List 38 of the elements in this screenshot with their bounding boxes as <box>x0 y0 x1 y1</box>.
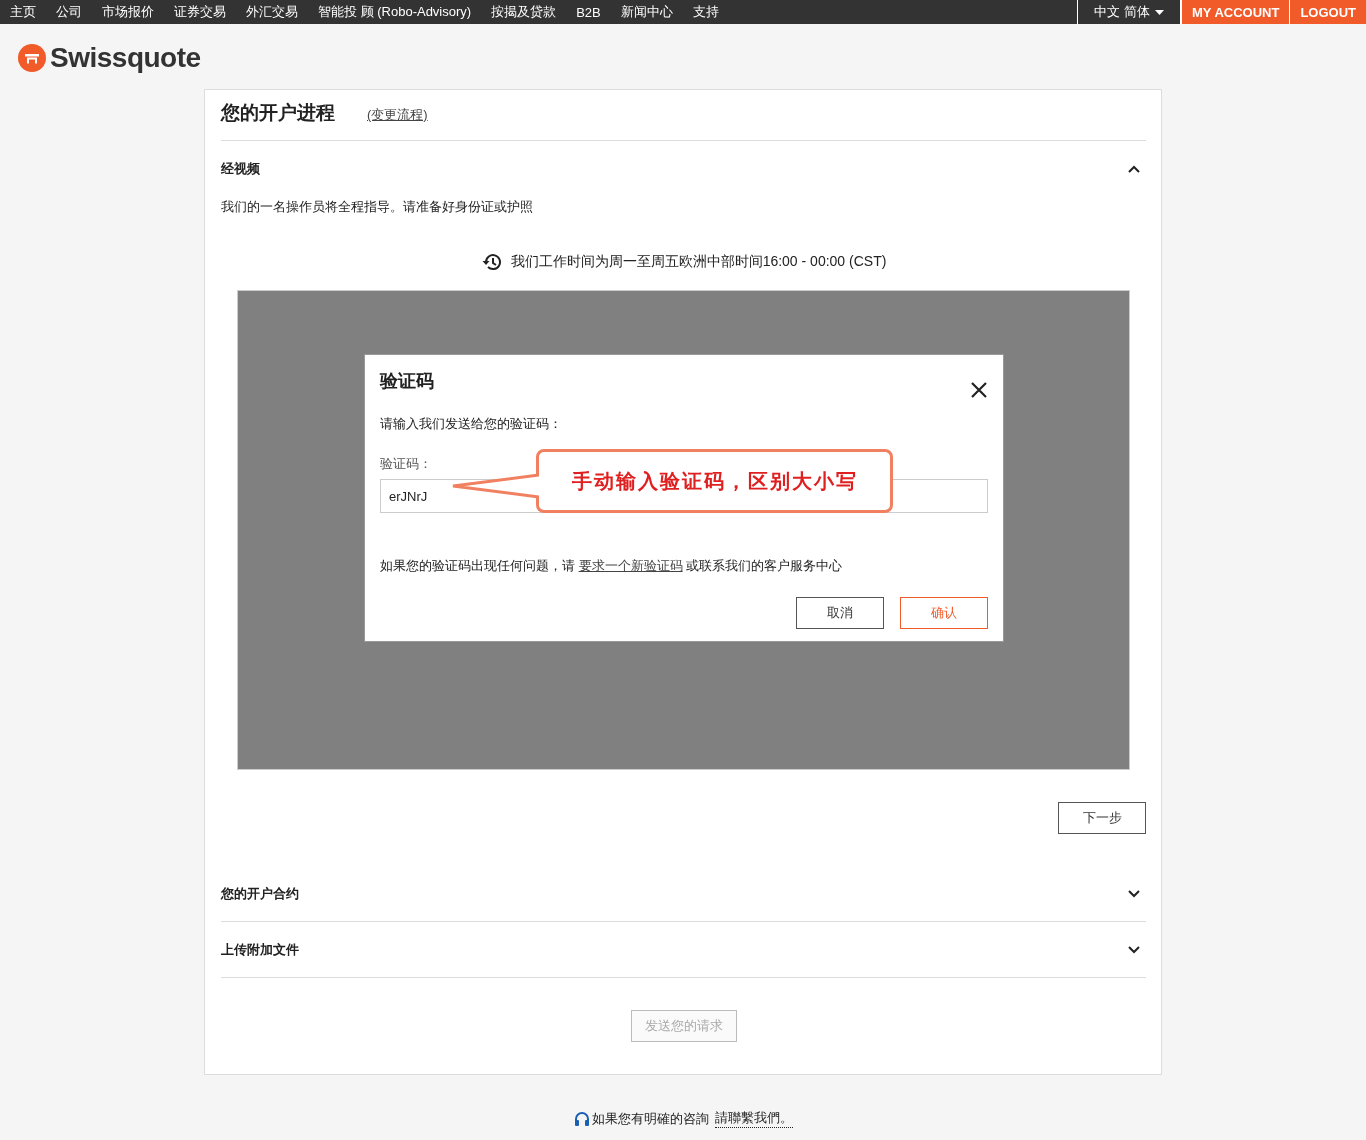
logo-text: Swissquote <box>50 42 201 74</box>
description-text: 我们的一名操作员将全程指导。请准备好身份证或护照 <box>221 198 534 216</box>
nav-link[interactable]: 公司 <box>56 3 82 21</box>
headset-icon <box>573 1110 590 1127</box>
working-hours-text: 我们工作时间为周一至周五欧洲中部时间16:00 - 00:00 (CST) <box>510 253 887 271</box>
confirm-button[interactable]: 确认 <box>900 597 988 629</box>
dialog-prompt: 请输入我们发送给您的验证码： <box>380 415 563 433</box>
chevron-icon <box>1128 890 1140 898</box>
chevron-icon <box>1128 165 1140 173</box>
nav-link[interactable]: 外汇交易 <box>246 3 298 21</box>
logo-icon <box>18 44 46 72</box>
accordion-header[interactable]: 上传附加文件 <box>221 922 1146 977</box>
nav-link[interactable]: 支持 <box>692 3 719 21</box>
close-icon[interactable] <box>970 381 988 399</box>
field-label: 验证码： <box>380 455 433 473</box>
nav-link[interactable]: B2B <box>576 4 601 20</box>
page-title: 您的开户进程 <box>221 101 335 125</box>
chevron-icon <box>1128 946 1140 954</box>
change-process-link[interactable]: (变更流程) <box>367 106 428 124</box>
nav-link[interactable]: 主页 <box>10 3 36 21</box>
nav-link[interactable]: 新闻中心 <box>620 3 673 21</box>
accordion-header[interactable]: 您的开户合约 <box>221 866 1146 921</box>
next-button[interactable]: 下一步 <box>1058 802 1146 834</box>
nav-link[interactable]: 按揭及贷款 <box>491 3 557 21</box>
nav-link[interactable]: 智能投 顾 (Robo-Advisory) <box>318 3 472 21</box>
nav-link[interactable]: 市场报价 <box>102 3 154 21</box>
accordion-header[interactable]: 经视频 <box>221 141 1146 196</box>
cancel-button[interactable]: 取消 <box>796 597 884 629</box>
annotation-tooltip: 手动输入验证码，区别大小写 <box>451 449 893 513</box>
caret-icon <box>1155 9 1164 15</box>
contact-link[interactable]: 請聯繫我們。 <box>714 1109 793 1128</box>
language-selector[interactable]: 中文 简体 <box>1077 0 1181 24</box>
history-clock-icon <box>480 252 503 272</box>
dialog-title: 验证码 <box>380 370 434 393</box>
new-code-link[interactable]: 要求一个新验证码 <box>578 558 683 573</box>
nav-link[interactable]: 证券交易 <box>174 3 226 21</box>
footer-text: 如果您有明確的咨詢 <box>591 1109 709 1128</box>
help-text: 如果您的验证码出现任何问题，请 要求一个新验证码 或联系我们的客户服务中心 <box>380 557 844 575</box>
